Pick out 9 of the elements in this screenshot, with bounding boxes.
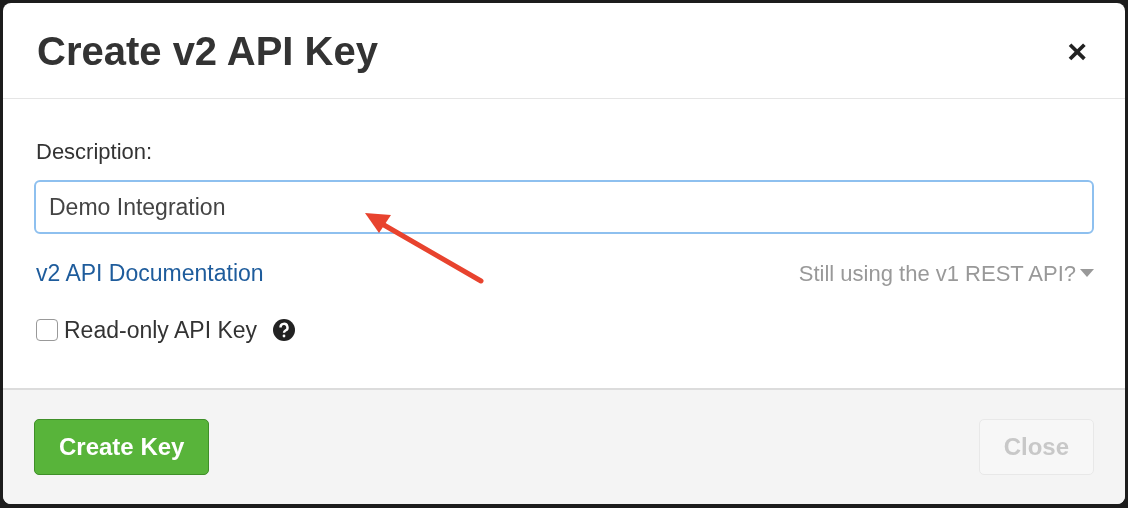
field-label: Description: (36, 138, 154, 166)
close-button[interactable]: × (1067, 33, 1087, 68)
checkbox-label: Read-only API Key (64, 315, 258, 345)
help-icon[interactable] (273, 318, 296, 341)
caret-icon (1080, 269, 1094, 278)
dialog-title: Create v2 API Key (37, 27, 378, 75)
readonly-checkbox[interactable] (36, 318, 58, 341)
description-field[interactable]: Demo Integration (34, 180, 1094, 234)
documentation-link[interactable]: v2 API Documentation (36, 256, 264, 291)
